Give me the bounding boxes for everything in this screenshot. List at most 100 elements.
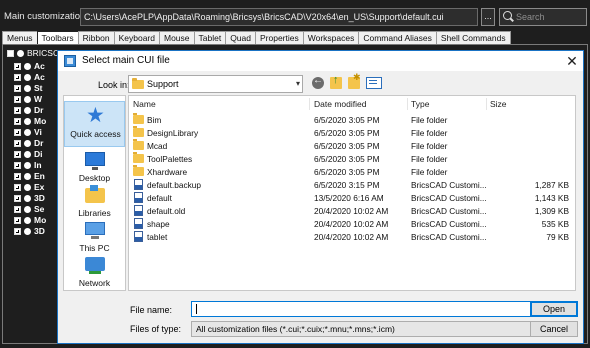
file-type: BricsCAD Customi... [411, 206, 487, 216]
cui-tab-strip: Menus Toolbars Ribbon Keyboard Mouse Tab… [2, 31, 511, 44]
file-date: 6/5/2020 3:05 PM [314, 141, 380, 151]
star-icon [86, 103, 106, 128]
expand-icon[interactable] [14, 195, 21, 203]
file-row[interactable]: shape 20/4/2020 10:02 AM BricsCAD Custom… [129, 218, 575, 230]
tab-keyboard[interactable]: Keyboard [113, 31, 160, 44]
tree-item[interactable]: W [14, 94, 42, 104]
tab-toolbars[interactable]: Toolbars [36, 31, 79, 44]
tab-menus[interactable]: Menus [2, 31, 38, 44]
expand-icon[interactable] [14, 206, 21, 214]
place-quick-access[interactable]: Quick access [64, 101, 125, 147]
tab-workspaces[interactable]: Workspaces [302, 31, 360, 44]
column-header-name[interactable]: Name [133, 99, 156, 109]
main-customization-file-path[interactable]: C:\Users\AcePLP\AppData\Roaming\Bricsys\… [80, 8, 478, 26]
column-divider[interactable] [407, 98, 408, 110]
tab-shell-commands[interactable]: Shell Commands [435, 31, 511, 44]
tab-properties[interactable]: Properties [254, 31, 304, 44]
up-one-level-icon[interactable] [330, 74, 342, 89]
tree-item[interactable]: Dr [14, 105, 43, 115]
dialog-titlebar[interactable]: Select main CUI file ✕ [58, 51, 583, 71]
file-row[interactable]: ToolPalettes 6/5/2020 3:05 PM File folde… [129, 152, 575, 165]
file-type: BricsCAD Customi... [411, 232, 487, 242]
cui-file-icon [134, 179, 143, 190]
tab-ribbon[interactable]: Ribbon [77, 31, 115, 44]
tree-item[interactable]: 3D [14, 193, 45, 203]
expand-icon[interactable] [14, 140, 21, 148]
back-icon[interactable] [312, 75, 324, 89]
file-type: BricsCAD Customi... [411, 193, 487, 203]
place-network[interactable]: Network [64, 251, 125, 297]
expand-icon[interactable] [14, 162, 21, 170]
expand-icon[interactable] [14, 151, 21, 159]
file-type-dropdown[interactable]: All customization files (*.cui;*.cuix;*.… [191, 321, 562, 337]
column-divider[interactable] [309, 98, 310, 110]
tree-item-label: Vi [34, 127, 42, 137]
column-header-date-modified[interactable]: Date modified [314, 99, 366, 109]
file-size: 535 KB [541, 219, 569, 229]
file-list[interactable]: Name Date modified Type Size Bim 6/5/202… [128, 95, 576, 291]
tree-item[interactable]: Di [14, 149, 43, 159]
tree-item[interactable]: 3D [14, 226, 45, 236]
file-row[interactable]: default 13/5/2020 6:16 AM BricsCAD Custo… [129, 192, 575, 204]
search-input[interactable]: Search [499, 8, 587, 26]
look-in-dropdown[interactable]: Support ▾ [128, 75, 303, 93]
file-name-label: File name: [130, 305, 173, 315]
folder-icon [133, 113, 144, 124]
expand-icon[interactable] [14, 173, 21, 181]
new-folder-icon[interactable] [348, 72, 361, 89]
file-row[interactable]: Bim 6/5/2020 3:05 PM File folder [129, 113, 575, 126]
tree-item[interactable]: Ex [14, 182, 44, 192]
expand-icon[interactable] [14, 118, 21, 126]
close-icon[interactable]: ✕ [563, 52, 581, 70]
tree-item[interactable]: Mo [14, 116, 46, 126]
collapse-icon[interactable] [7, 50, 14, 58]
tree-item[interactable]: St [14, 83, 43, 93]
toolbar-icon [24, 195, 31, 203]
expand-icon[interactable] [14, 85, 21, 93]
expand-icon[interactable] [14, 217, 21, 225]
tab-quad[interactable]: Quad [225, 31, 256, 44]
customization-file-bar: Main customization file: C:\Users\AcePLP… [0, 0, 590, 30]
browse-button[interactable]: ... [481, 8, 495, 26]
expand-icon[interactable] [14, 74, 21, 82]
tree-item[interactable]: Ac [14, 61, 45, 71]
tree-item[interactable]: Dr [14, 138, 43, 148]
view-menu-icon[interactable] [366, 77, 382, 89]
tree-item[interactable]: Vi [14, 127, 42, 137]
file-type-label: Files of type: [130, 324, 182, 334]
tree-item[interactable]: In [14, 160, 42, 170]
expand-icon[interactable] [14, 129, 21, 137]
expand-icon[interactable] [14, 96, 21, 104]
cancel-button[interactable]: Cancel [530, 321, 578, 337]
expand-icon[interactable] [14, 107, 21, 115]
toolbar-icon [24, 206, 31, 214]
expand-icon[interactable] [14, 228, 21, 236]
column-header-size[interactable]: Size [490, 99, 507, 109]
file-row[interactable]: Mcad 6/5/2020 3:05 PM File folder [129, 139, 575, 152]
cui-file-icon [134, 231, 143, 242]
column-divider[interactable] [486, 98, 487, 110]
tree-item[interactable]: Mo [14, 215, 46, 225]
file-row[interactable]: tablet 20/4/2020 10:02 AM BricsCAD Custo… [129, 231, 575, 243]
tree-item[interactable]: Se [14, 204, 44, 214]
expand-icon[interactable] [14, 184, 21, 192]
folder-icon [133, 126, 144, 137]
open-button[interactable]: Open [530, 301, 578, 317]
file-name: Bim [147, 115, 162, 125]
tab-command-aliases[interactable]: Command Aliases [358, 31, 437, 44]
tree-item[interactable]: Ac [14, 72, 45, 82]
expand-icon[interactable] [14, 63, 21, 71]
toolbar-icon [24, 96, 31, 104]
column-header-type[interactable]: Type [411, 99, 429, 109]
file-row[interactable]: Xhardware 6/5/2020 3:05 PM File folder [129, 165, 575, 178]
libraries-icon [85, 185, 105, 203]
file-name-input[interactable] [191, 301, 562, 317]
file-row[interactable]: DesignLibrary 6/5/2020 3:05 PM File fold… [129, 126, 575, 139]
tree-item-label: Di [34, 149, 43, 159]
select-main-cui-file-dialog: Select main CUI file ✕ Look in: Support … [57, 50, 584, 344]
tab-tablet[interactable]: Tablet [193, 31, 227, 44]
tree-item[interactable]: En [14, 171, 45, 181]
file-row[interactable]: default.old 20/4/2020 10:02 AM BricsCAD … [129, 205, 575, 217]
tab-mouse[interactable]: Mouse [158, 31, 195, 44]
file-row[interactable]: default.backup 6/5/2020 3:15 PM BricsCAD… [129, 179, 575, 191]
